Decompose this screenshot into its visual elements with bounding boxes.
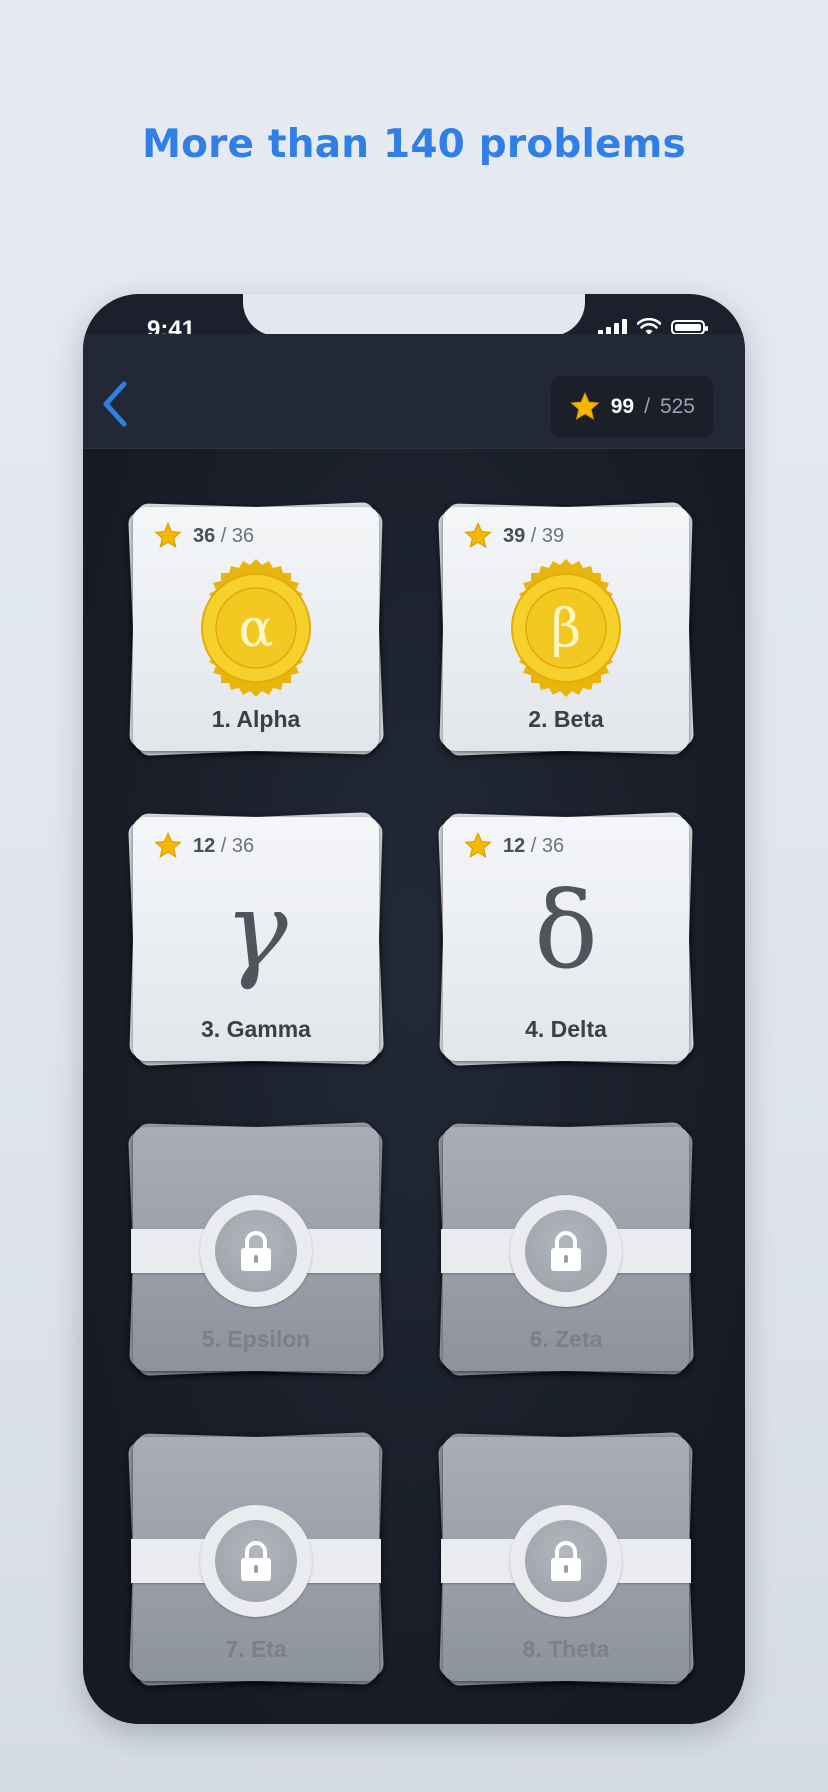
battery-icon bbox=[671, 319, 708, 335]
notch bbox=[243, 294, 585, 336]
stars-max: 36 bbox=[231, 524, 255, 547]
phone-frame: 9:41 99 / 525 36 / 36 α 1. Alpha 39 / 39… bbox=[83, 294, 745, 1724]
level-card-eta[interactable]: 7. Eta bbox=[127, 1431, 385, 1687]
level-card-gamma[interactable]: 12 / 36 γ 3. Gamma bbox=[127, 811, 385, 1067]
score-separator: / bbox=[644, 395, 650, 418]
level-stars: 36 / 36 bbox=[153, 521, 254, 551]
level-letter: γ bbox=[224, 869, 288, 992]
svg-text:α: α bbox=[238, 599, 273, 659]
level-stars: 12 / 36 bbox=[153, 831, 254, 861]
level-title: 6. Zeta bbox=[529, 1326, 603, 1352]
level-card-theta[interactable]: 8. Theta bbox=[437, 1431, 695, 1687]
star-icon bbox=[570, 392, 600, 420]
star-icon bbox=[464, 832, 492, 859]
level-card-beta[interactable]: 39 / 39 β 2. Beta bbox=[437, 501, 695, 757]
level-title: 4. Delta bbox=[525, 1016, 607, 1042]
padlock-icon bbox=[241, 1231, 271, 1271]
star-icon bbox=[464, 522, 492, 549]
stars-max: 39 bbox=[541, 524, 565, 547]
score-earned: 99 bbox=[610, 395, 635, 418]
level-title: 3. Gamma bbox=[201, 1016, 311, 1042]
level-grid: 36 / 36 α 1. Alpha 39 / 39 β 2. Beta 12 … bbox=[83, 449, 745, 1724]
navbar: 99 / 525 bbox=[83, 334, 745, 449]
level-card-epsilon[interactable]: 5. Epsilon bbox=[127, 1121, 385, 1377]
level-title: 1. Alpha bbox=[211, 706, 301, 732]
level-stars: 12 / 36 bbox=[463, 831, 564, 861]
padlock-icon bbox=[551, 1231, 581, 1271]
lock-badge bbox=[510, 1195, 622, 1307]
winner-medal-icon: β bbox=[511, 559, 621, 697]
level-card-delta[interactable]: 12 / 36 δ 4. Delta bbox=[437, 811, 695, 1067]
level-title: 5. Epsilon bbox=[201, 1326, 311, 1352]
star-icon bbox=[154, 522, 182, 549]
winner-medal-icon: α bbox=[201, 559, 311, 697]
chevron-left-icon bbox=[103, 381, 127, 427]
level-card-zeta[interactable]: 6. Zeta bbox=[437, 1121, 695, 1377]
svg-text:β: β bbox=[551, 599, 581, 659]
star-icon bbox=[154, 832, 182, 859]
headline: More than 140 problems bbox=[142, 122, 686, 167]
score-badge: 99 / 525 bbox=[550, 376, 713, 438]
back-button[interactable] bbox=[97, 378, 137, 430]
level-title: 8. Theta bbox=[522, 1636, 610, 1662]
stars-earned: 39 bbox=[503, 524, 526, 547]
stars-earned: 12 bbox=[193, 834, 216, 857]
padlock-icon bbox=[551, 1541, 581, 1581]
stars-earned: 36 bbox=[193, 524, 216, 547]
stars-earned: 12 bbox=[503, 834, 526, 857]
lock-badge bbox=[510, 1505, 622, 1617]
lock-badge bbox=[200, 1505, 312, 1617]
score-total: 525 bbox=[659, 395, 695, 418]
level-stars: 39 / 39 bbox=[463, 521, 564, 551]
level-title: 7. Eta bbox=[225, 1636, 287, 1662]
level-title: 2. Beta bbox=[528, 706, 604, 732]
stars-max: 36 bbox=[541, 834, 565, 857]
stars-max: 36 bbox=[231, 834, 255, 857]
lock-badge bbox=[200, 1195, 312, 1307]
level-card-alpha[interactable]: 36 / 36 α 1. Alpha bbox=[127, 501, 385, 757]
level-letter: δ bbox=[534, 869, 598, 992]
padlock-icon bbox=[241, 1541, 271, 1581]
